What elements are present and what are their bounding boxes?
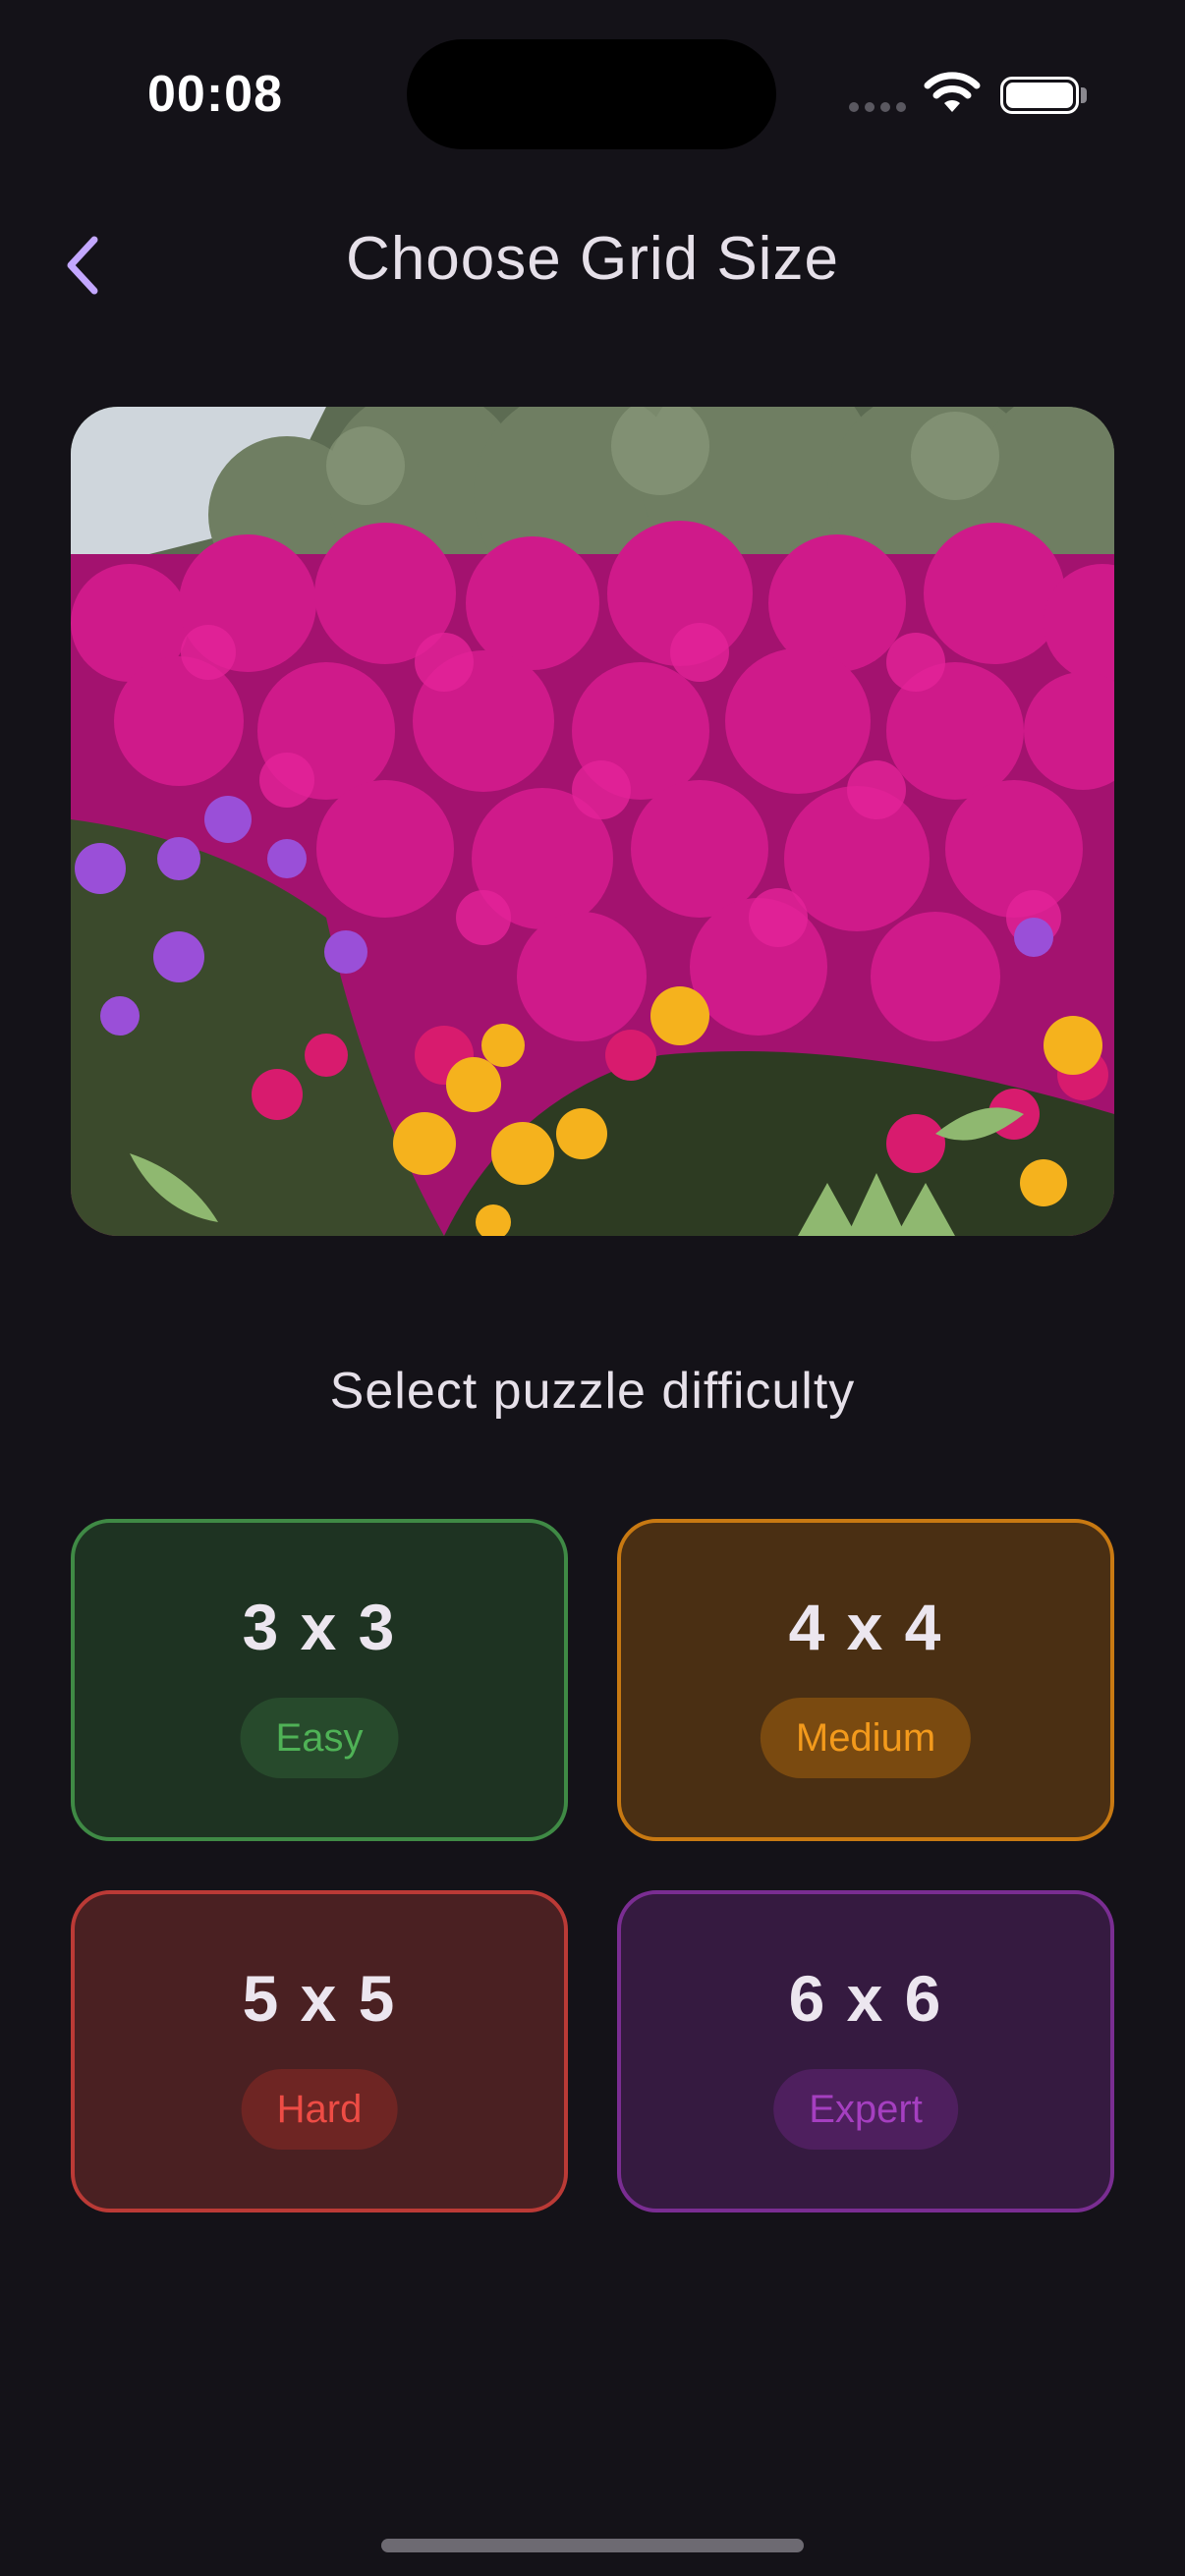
puzzle-preview-image — [71, 407, 1114, 1236]
page-title: Choose Grid Size — [346, 225, 839, 293]
difficulty-card-medium[interactable]: 4 x 4 Medium — [617, 1519, 1114, 1841]
difficulty-card-expert[interactable]: 6 x 6 Expert — [617, 1890, 1114, 2212]
difficulty-badge: Expert — [773, 2069, 958, 2150]
difficulty-card-easy[interactable]: 3 x 3 Easy — [71, 1519, 568, 1841]
wifi-icon — [924, 69, 981, 116]
grid-size-label: 6 x 6 — [788, 1962, 943, 2035]
status-time: 00:08 — [147, 66, 283, 123]
cellular-signal-icon — [849, 98, 908, 114]
grid-size-label: 5 x 5 — [242, 1962, 397, 2035]
difficulty-badge: Hard — [241, 2069, 398, 2150]
battery-icon — [1000, 77, 1079, 114]
home-indicator[interactable] — [381, 2539, 804, 2552]
difficulty-badge: Easy — [240, 1698, 399, 1778]
dynamic-island — [407, 39, 776, 149]
grid-size-label: 4 x 4 — [788, 1591, 943, 1663]
grid-size-label: 3 x 3 — [242, 1591, 397, 1663]
difficulty-prompt: Select puzzle difficulty — [329, 1363, 856, 1420]
battery-tip — [1081, 87, 1087, 103]
difficulty-badge: Medium — [760, 1698, 972, 1778]
difficulty-card-hard[interactable]: 5 x 5 Hard — [71, 1890, 568, 2212]
